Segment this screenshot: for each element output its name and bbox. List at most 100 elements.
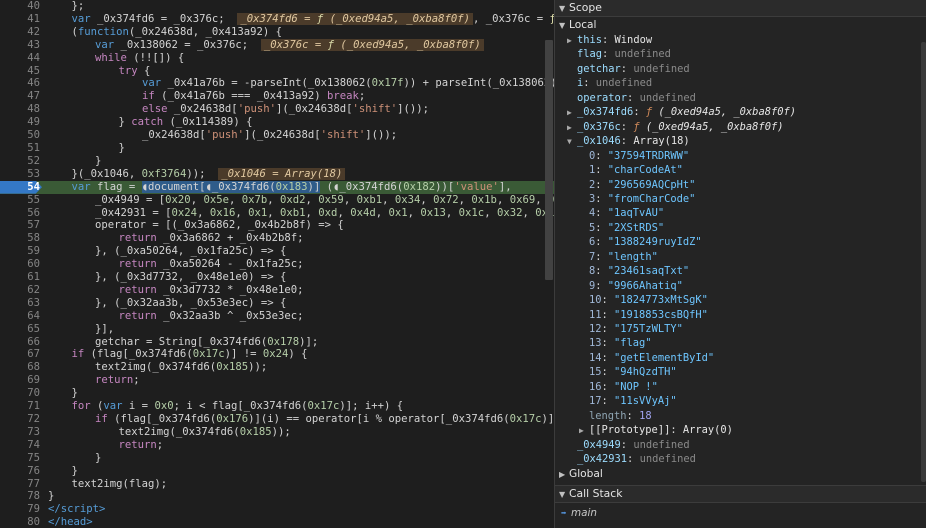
line-number[interactable]: 49 [0, 116, 40, 129]
code-line[interactable]: 57 operator = [(_0x3a6862, _0x4b2b8f) => … [0, 219, 554, 232]
code-line[interactable]: 42 (function(_0x24638d, _0x413a92) { [0, 26, 554, 39]
line-number[interactable]: 76 [0, 465, 40, 478]
line-number[interactable]: 66 [0, 336, 40, 349]
code-line[interactable]: 59}, (_0xa50264, _0x1fa25c) => { [0, 245, 554, 258]
scope-variable-row[interactable]: _0x42931: undefined [567, 452, 696, 466]
line-number[interactable]: 73 [0, 426, 40, 439]
chevron-right-icon[interactable]: ▶ [567, 121, 577, 135]
code-line[interactable]: 41 var _0x374fd6 = _0x376c; _0x374fd6 = ƒ… [0, 12, 554, 26]
scope-variable-row[interactable]: 6: "1388249ruyIdZ" [579, 235, 702, 249]
line-number[interactable]: 68 [0, 361, 40, 374]
scope-variable-row[interactable]: 13: "flag" [579, 336, 652, 350]
scope-variable-row[interactable]: 1: "charCodeAt" [579, 163, 683, 177]
global-scope-header[interactable]: ▶ Global [555, 467, 603, 481]
line-number[interactable]: 67 [0, 348, 40, 361]
panel-scrollbar[interactable] [921, 42, 926, 482]
line-number[interactable]: 53 [0, 168, 40, 181]
code-line[interactable]: 56 _0x42931 = [0x24, 0x16, 0x1, 0xb1, 0xd… [0, 207, 554, 220]
scope-variable-row[interactable]: ▶ _0x374fd6: ƒ (_0xed94a5, _0xba8f0f) [567, 105, 796, 119]
scope-variable-row[interactable]: ▼ _0x1046: Array(18) [567, 134, 690, 148]
line-number[interactable]: 51 [0, 142, 40, 155]
code-line[interactable]: 55 _0x4949 = [0x20, 0x5e, 0x7b, 0xd2, 0x5… [0, 194, 554, 207]
scope-variable-row[interactable]: ▶ [[Prototype]]: Array(0) [579, 423, 733, 437]
line-number[interactable]: 40 [0, 0, 40, 13]
scope-variable-row[interactable]: 8: "23461saqTxt" [579, 264, 689, 278]
line-number[interactable]: 44 [0, 52, 40, 65]
line-number[interactable]: 50 [0, 129, 40, 142]
code-line[interactable]: 65}], [0, 323, 554, 336]
code-line[interactable]: 66 getchar = String[_0x374fd6(0x178)]; [0, 336, 554, 349]
scope-variable-row[interactable]: getchar: undefined [567, 62, 690, 76]
scope-variable-row[interactable]: 9: "9966Ahatiq" [579, 279, 683, 293]
code-line[interactable]: 43 var _0x138062 = _0x376c; _0x376c = ƒ (… [0, 38, 554, 52]
scope-variable-row[interactable]: 11: "1918853csBQfH" [579, 308, 708, 322]
line-number[interactable]: 55 [0, 194, 40, 207]
code-line[interactable]: 76} [0, 465, 554, 478]
code-line[interactable]: 64 return _0x32aa3b ^ _0x53e3ec; [0, 310, 554, 323]
line-number[interactable]: 56 [0, 207, 40, 220]
scope-variable-row[interactable]: 17: "11sVVyAj" [579, 394, 677, 408]
code-line[interactable]: 45 try { [0, 65, 554, 78]
code-line[interactable]: 80 </head> [0, 516, 554, 528]
code-line[interactable]: 75} [0, 452, 554, 465]
code-line[interactable]: 51} [0, 142, 554, 155]
scope-variable-row[interactable]: 2: "296569AQCpHt" [579, 178, 695, 192]
code-line[interactable]: 40}; [0, 0, 554, 13]
editor-scrollbar[interactable] [545, 40, 553, 280]
code-line[interactable]: 60 return _0xa50264 - _0x1fa25c; [0, 258, 554, 271]
code-line[interactable]: 48 else _0x24638d['push'](_0x24638d['shif… [0, 103, 554, 116]
scope-variable-row[interactable]: 4: "1aqTvAU" [579, 206, 664, 220]
chevron-down-icon[interactable]: ▼ [567, 135, 577, 149]
line-number[interactable]: 80 [0, 516, 40, 528]
code-line[interactable]: 62 return _0x3d7732 * _0x48e1e0; [0, 284, 554, 297]
line-number[interactable]: 79 [0, 503, 40, 516]
line-number[interactable]: 52 [0, 155, 40, 168]
code-editor[interactable]: 40}; 41 var _0x374fd6 = _0x376c; _0x374fd6… [0, 0, 554, 528]
line-number[interactable]: 41 [0, 13, 40, 26]
scope-variable-row[interactable]: length: 18 [579, 409, 652, 423]
line-number[interactable]: 59 [0, 245, 40, 258]
code-line[interactable]: 49} catch (_0x114389) { [0, 116, 554, 129]
code-line[interactable]: 73 text2img(_0x374fd6(0x185)); [0, 426, 554, 439]
line-number[interactable]: 54 [0, 181, 40, 194]
line-number[interactable]: 60 [0, 258, 40, 271]
code-line[interactable]: 74 return; [0, 439, 554, 452]
line-number[interactable]: 58 [0, 232, 40, 245]
scope-variable-row[interactable]: 7: "length" [579, 250, 658, 264]
code-line[interactable]: 46 var _0x41a76b = -parseInt(_0x138062(0x… [0, 77, 554, 90]
line-number[interactable]: 46 [0, 77, 40, 90]
scope-variable-row[interactable]: 5: "2XStRDS" [579, 221, 664, 235]
line-number[interactable]: 48 [0, 103, 40, 116]
code-line[interactable]: 52} [0, 155, 554, 168]
scope-variable-row[interactable]: 16: "NOP !" [579, 380, 658, 394]
scope-variable-row[interactable]: _0x4949: undefined [567, 438, 690, 452]
line-number[interactable]: 71 [0, 400, 40, 413]
code-line[interactable]: 72 if (flag[_0x374fd6(0x176)](i) == opera… [0, 413, 554, 426]
scope-section-header[interactable]: ▼ Scope [555, 0, 926, 17]
code-line[interactable]: 63}, (_0x32aa3b, _0x53e3ec) => { [0, 297, 554, 310]
line-number[interactable]: 43 [0, 39, 40, 52]
scope-variable-row[interactable]: 15: "94hQzdTH" [579, 365, 677, 379]
line-number[interactable]: 70 [0, 387, 40, 400]
line-number[interactable]: 72 [0, 413, 40, 426]
scope-variable-row[interactable]: operator: undefined [567, 91, 696, 105]
scope-variable-row[interactable]: flag: undefined [567, 47, 671, 61]
code-line[interactable]: 67 if (flag[_0x374fd6(0x17c)] != 0x24) { [0, 348, 554, 361]
code-line[interactable]: 68 text2img(_0x374fd6(0x185)); [0, 361, 554, 374]
line-number[interactable]: 42 [0, 26, 40, 39]
line-number[interactable]: 47 [0, 90, 40, 103]
chevron-right-icon[interactable]: ▶ [579, 424, 589, 438]
line-number[interactable]: 62 [0, 284, 40, 297]
chevron-right-icon[interactable]: ▶ [567, 106, 577, 120]
line-number[interactable]: 77 [0, 478, 40, 491]
code-line[interactable]: 44 while (!![]) { [0, 52, 554, 65]
scope-variable-row[interactable]: 14: "getElementById" [579, 351, 714, 365]
line-number[interactable]: 65 [0, 323, 40, 336]
chevron-right-icon[interactable]: ▶ [567, 34, 577, 48]
code-line[interactable]: 58 return _0x3a6862 + _0x4b2b8f; [0, 232, 554, 245]
line-number[interactable]: 57 [0, 219, 40, 232]
code-line[interactable]: 69 return; [0, 374, 554, 387]
code-line[interactable]: 53}(_0x1046, 0xf3764)); _0x1046 = Array(… [0, 167, 554, 181]
code-line[interactable]: 50 _0x24638d['push'](_0x24638d['shift']()… [0, 129, 554, 142]
line-number[interactable]: 78 [0, 490, 40, 503]
